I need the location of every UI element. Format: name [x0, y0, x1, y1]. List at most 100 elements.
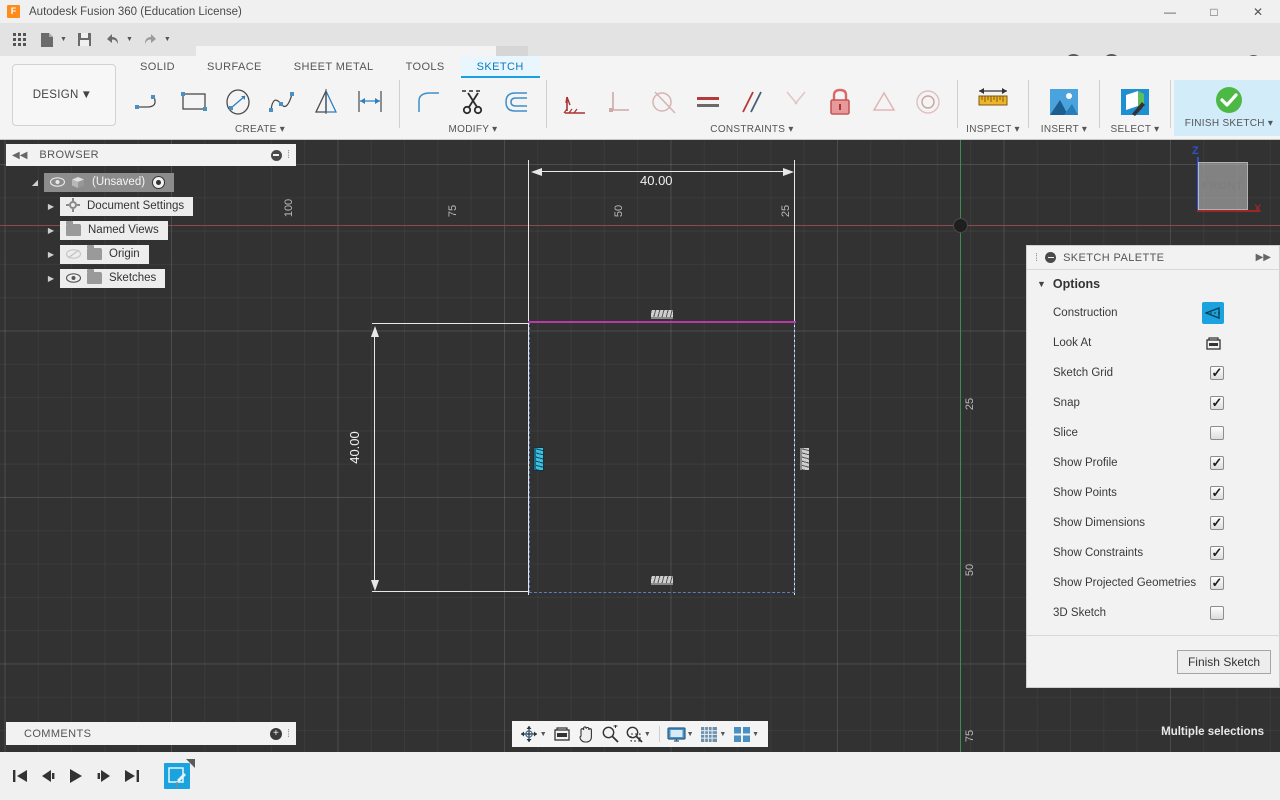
zoom-window-icon[interactable]: [622, 722, 645, 746]
construction-rectangle[interactable]: [529, 322, 795, 593]
redo-dropdown-icon[interactable]: ▼: [164, 36, 171, 43]
dimension-value-horizontal[interactable]: 40.00: [640, 173, 673, 188]
midpoint-icon[interactable]: [863, 82, 905, 122]
spline-icon[interactable]: [261, 82, 303, 122]
tab-tools[interactable]: TOOLS: [390, 56, 461, 78]
expand-twisty-icon[interactable]: ◢: [26, 178, 44, 187]
origin-point[interactable]: [953, 218, 968, 233]
equal-icon[interactable]: [687, 82, 729, 122]
concentric-icon[interactable]: [907, 82, 949, 122]
3d-sketch-checkbox[interactable]: [1210, 606, 1224, 620]
vertical-constraint-icon[interactable]: [800, 448, 809, 470]
maximize-button[interactable]: □: [1192, 0, 1236, 23]
display-settings-icon[interactable]: [665, 722, 688, 746]
go-to-beginning-icon[interactable]: [8, 764, 32, 788]
trim-scissors-icon[interactable]: [452, 82, 494, 122]
tab-sheet-metal[interactable]: SHEET METAL: [278, 56, 390, 78]
show-constraints-checkbox[interactable]: [1210, 546, 1224, 560]
symmetry-icon[interactable]: [775, 82, 817, 122]
palette-collapse-icon[interactable]: [1045, 252, 1057, 263]
viewports-dropdown-icon[interactable]: ▼: [752, 731, 759, 738]
display-dropdown-icon[interactable]: ▼: [687, 731, 694, 738]
expand-twisty-icon[interactable]: ▶: [42, 250, 60, 259]
panel-label-select[interactable]: SELECT ▾: [1111, 124, 1160, 138]
grid-snaps-icon[interactable]: [698, 722, 721, 746]
panel-label-modify[interactable]: MODIFY ▾: [449, 124, 498, 138]
new-file-icon[interactable]: [34, 27, 60, 53]
finish-sketch-button[interactable]: FINISH SKETCH ▾: [1174, 80, 1280, 136]
dimension-value-vertical[interactable]: 40.00: [347, 431, 362, 464]
fix-lock-icon[interactable]: [819, 82, 861, 122]
close-button[interactable]: ✕: [1236, 0, 1280, 23]
zoom-dropdown-icon[interactable]: ▼: [644, 731, 651, 738]
construction-line-icon[interactable]: [1202, 302, 1224, 324]
coincident-icon[interactable]: [555, 82, 597, 122]
pan-hand-icon[interactable]: [575, 722, 598, 746]
grid-dropdown-icon[interactable]: ▼: [719, 731, 726, 738]
mirror-icon[interactable]: [305, 82, 347, 122]
show-profile-checkbox[interactable]: [1210, 456, 1224, 470]
viewcube-front-face[interactable]: FRONT: [1198, 162, 1248, 210]
save-icon[interactable]: [72, 27, 98, 53]
tree-node-named-views[interactable]: ▶ Named Views: [20, 218, 300, 242]
undo-dropdown-icon[interactable]: ▼: [126, 36, 133, 43]
timeline-sketch-feature[interactable]: [164, 759, 195, 789]
app-grid-icon[interactable]: [6, 27, 32, 53]
view-cube[interactable]: FRONT Z X: [1176, 145, 1261, 237]
tangent-icon[interactable]: [643, 82, 685, 122]
horizontal-constraint-icon[interactable]: [651, 310, 673, 319]
vertical-constraint-icon-selected[interactable]: [533, 447, 544, 471]
line-icon[interactable]: [129, 82, 171, 122]
tree-node-document-settings[interactable]: ▶ Document Settings: [20, 194, 300, 218]
expand-twisty-icon[interactable]: ▶: [42, 274, 60, 283]
show-points-checkbox[interactable]: [1210, 486, 1224, 500]
step-back-icon[interactable]: [36, 764, 60, 788]
show-dimensions-checkbox[interactable]: [1210, 516, 1224, 530]
offset-icon[interactable]: [496, 82, 538, 122]
browser-collapse-icon[interactable]: [270, 149, 282, 161]
tree-node-sketches[interactable]: ▶ Sketches: [20, 266, 300, 290]
sketch-grid-checkbox[interactable]: [1210, 366, 1224, 380]
slice-checkbox[interactable]: [1210, 426, 1224, 440]
orbit-icon[interactable]: [518, 722, 541, 746]
add-comment-icon[interactable]: +: [269, 727, 282, 740]
parallel-icon[interactable]: [731, 82, 773, 122]
palette-dock-right-icon[interactable]: ▶▶: [1256, 252, 1271, 263]
visibility-eye-icon[interactable]: [66, 272, 81, 284]
panel-label-create[interactable]: CREATE ▾: [235, 124, 285, 138]
undo-icon[interactable]: [100, 27, 126, 53]
look-at-icon[interactable]: [1202, 332, 1224, 354]
go-to-end-icon[interactable]: [120, 764, 144, 788]
tab-sketch[interactable]: SKETCH: [460, 56, 540, 78]
perpendicular-icon[interactable]: [599, 82, 641, 122]
horizontal-constraint-icon[interactable]: [651, 576, 673, 585]
select-filter-icon[interactable]: [1108, 80, 1162, 124]
finish-sketch-button[interactable]: Finish Sketch: [1176, 649, 1271, 674]
dimension-icon[interactable]: [349, 82, 391, 122]
circle-icon[interactable]: [217, 82, 259, 122]
viewports-icon[interactable]: [730, 722, 753, 746]
panel-label-constraints[interactable]: CONSTRAINTS ▾: [710, 124, 793, 138]
show-projected-geometries-checkbox[interactable]: [1210, 576, 1224, 590]
activate-radio-icon[interactable]: [152, 175, 166, 189]
redo-icon[interactable]: [138, 27, 164, 53]
tree-node-unsaved[interactable]: ◢ (Unsaved): [20, 170, 300, 194]
zoom-icon[interactable]: [598, 722, 621, 746]
panel-label-insert[interactable]: INSERT ▾: [1041, 124, 1088, 138]
visibility-eye-off-icon[interactable]: [66, 248, 81, 260]
palette-grip-icon[interactable]: ⁞: [1035, 252, 1038, 264]
look-at-icon[interactable]: [551, 722, 574, 746]
orbit-dropdown-icon[interactable]: ▼: [540, 731, 547, 738]
rectangle-icon[interactable]: [173, 82, 215, 122]
play-icon[interactable]: [64, 764, 88, 788]
panel-label-inspect[interactable]: INSPECT ▾: [966, 124, 1020, 138]
palette-section-options[interactable]: ▼ Options: [1027, 270, 1279, 298]
insert-image-icon[interactable]: [1037, 80, 1091, 124]
collapse-left-icon[interactable]: ◀◀: [12, 150, 27, 161]
workspace-switcher[interactable]: DESIGN ▼: [12, 64, 116, 126]
tab-surface[interactable]: SURFACE: [191, 56, 278, 78]
minimize-button[interactable]: —: [1148, 0, 1192, 23]
tree-node-origin[interactable]: ▶ Origin: [20, 242, 300, 266]
step-forward-icon[interactable]: [92, 764, 116, 788]
expand-twisty-icon[interactable]: ▶: [42, 226, 60, 235]
